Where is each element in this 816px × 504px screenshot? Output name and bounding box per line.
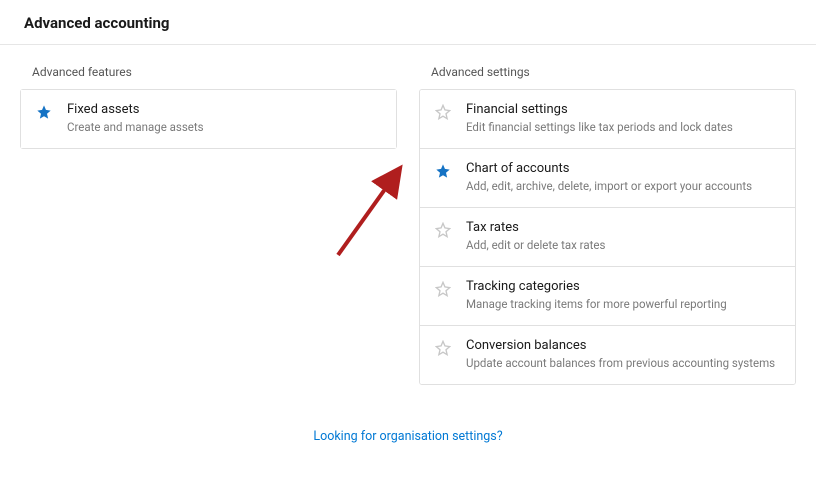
advanced-features-list: Fixed assets Create and manage assets [20, 89, 397, 149]
card-body: Conversion balances Update account balan… [466, 338, 781, 371]
card-desc: Add, edit or delete tax rates [466, 238, 781, 253]
card-desc: Update account balances from previous ac… [466, 356, 781, 371]
card-body: Financial settings Edit financial settin… [466, 102, 781, 135]
star-outline-icon[interactable] [434, 103, 452, 121]
star-filled-icon[interactable] [35, 103, 53, 121]
card-financial-settings[interactable]: Financial settings Edit financial settin… [420, 90, 795, 148]
card-title: Tracking categories [466, 279, 781, 294]
card-body: Tracking categories Manage tracking item… [466, 279, 781, 312]
card-tracking-categories[interactable]: Tracking categories Manage tracking item… [420, 266, 795, 325]
card-tax-rates[interactable]: Tax rates Add, edit or delete tax rates [420, 207, 795, 266]
star-outline-icon[interactable] [434, 339, 452, 357]
card-title: Chart of accounts [466, 161, 781, 176]
card-desc: Manage tracking items for more powerful … [466, 297, 781, 312]
footer: Looking for organisation settings? [0, 429, 816, 444]
card-desc: Edit financial settings like tax periods… [466, 120, 781, 135]
card-desc: Add, edit, archive, delete, import or ex… [466, 179, 781, 194]
page-title: Advanced accounting [24, 14, 796, 32]
card-body: Fixed assets Create and manage assets [67, 102, 382, 135]
card-desc: Create and manage assets [67, 120, 382, 135]
advanced-features-column: Advanced features Fixed assets Create an… [20, 65, 397, 385]
card-title: Tax rates [466, 220, 781, 235]
card-fixed-assets[interactable]: Fixed assets Create and manage assets [21, 90, 396, 148]
content-area: Advanced features Fixed assets Create an… [0, 45, 816, 385]
card-title: Conversion balances [466, 338, 781, 353]
card-conversion-balances[interactable]: Conversion balances Update account balan… [420, 325, 795, 384]
card-chart-of-accounts[interactable]: Chart of accounts Add, edit, archive, de… [420, 148, 795, 207]
card-body: Tax rates Add, edit or delete tax rates [466, 220, 781, 253]
page-header: Advanced accounting [0, 0, 816, 45]
card-body: Chart of accounts Add, edit, archive, de… [466, 161, 781, 194]
card-title: Fixed assets [67, 102, 382, 117]
advanced-settings-title: Advanced settings [431, 65, 796, 79]
card-title: Financial settings [466, 102, 781, 117]
organisation-settings-link[interactable]: Looking for organisation settings? [313, 429, 502, 444]
star-outline-icon[interactable] [434, 221, 452, 239]
star-outline-icon[interactable] [434, 280, 452, 298]
advanced-settings-column: Advanced settings Financial settings Edi… [419, 65, 796, 385]
advanced-features-title: Advanced features [32, 65, 397, 79]
advanced-settings-list: Financial settings Edit financial settin… [419, 89, 796, 385]
star-filled-icon[interactable] [434, 162, 452, 180]
